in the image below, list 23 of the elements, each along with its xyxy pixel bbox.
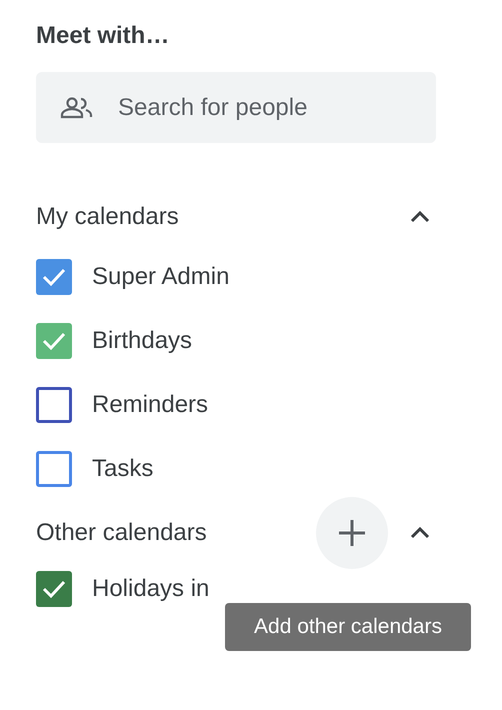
search-field[interactable]: Search for people [36, 72, 436, 143]
people-icon [60, 96, 94, 118]
chevron-icon [409, 526, 431, 540]
section-title: My calendars [36, 202, 179, 232]
checkbox[interactable] [36, 387, 72, 423]
plus-icon [338, 519, 366, 547]
calendar-name: Super Admin [92, 262, 230, 292]
checkbox[interactable] [36, 451, 72, 487]
checkmark-icon [42, 331, 66, 351]
search-input[interactable]: Search for people [118, 90, 398, 126]
section-title: Meet with… [36, 21, 170, 51]
checkbox[interactable] [36, 571, 72, 607]
calendar-name: Reminders [92, 390, 208, 420]
section-title: Other calendars [36, 518, 208, 548]
calendar-name: Birthdays [92, 326, 192, 356]
checkbox[interactable] [36, 323, 72, 359]
tooltip: Add other calendars [225, 603, 471, 651]
chevron-icon [409, 210, 431, 224]
checkmark-icon [42, 267, 66, 287]
checkbox[interactable] [36, 259, 72, 295]
calendar-name: Tasks [92, 454, 154, 484]
calendar-name: Holidays in [92, 574, 210, 604]
checkmark-icon [42, 579, 66, 599]
